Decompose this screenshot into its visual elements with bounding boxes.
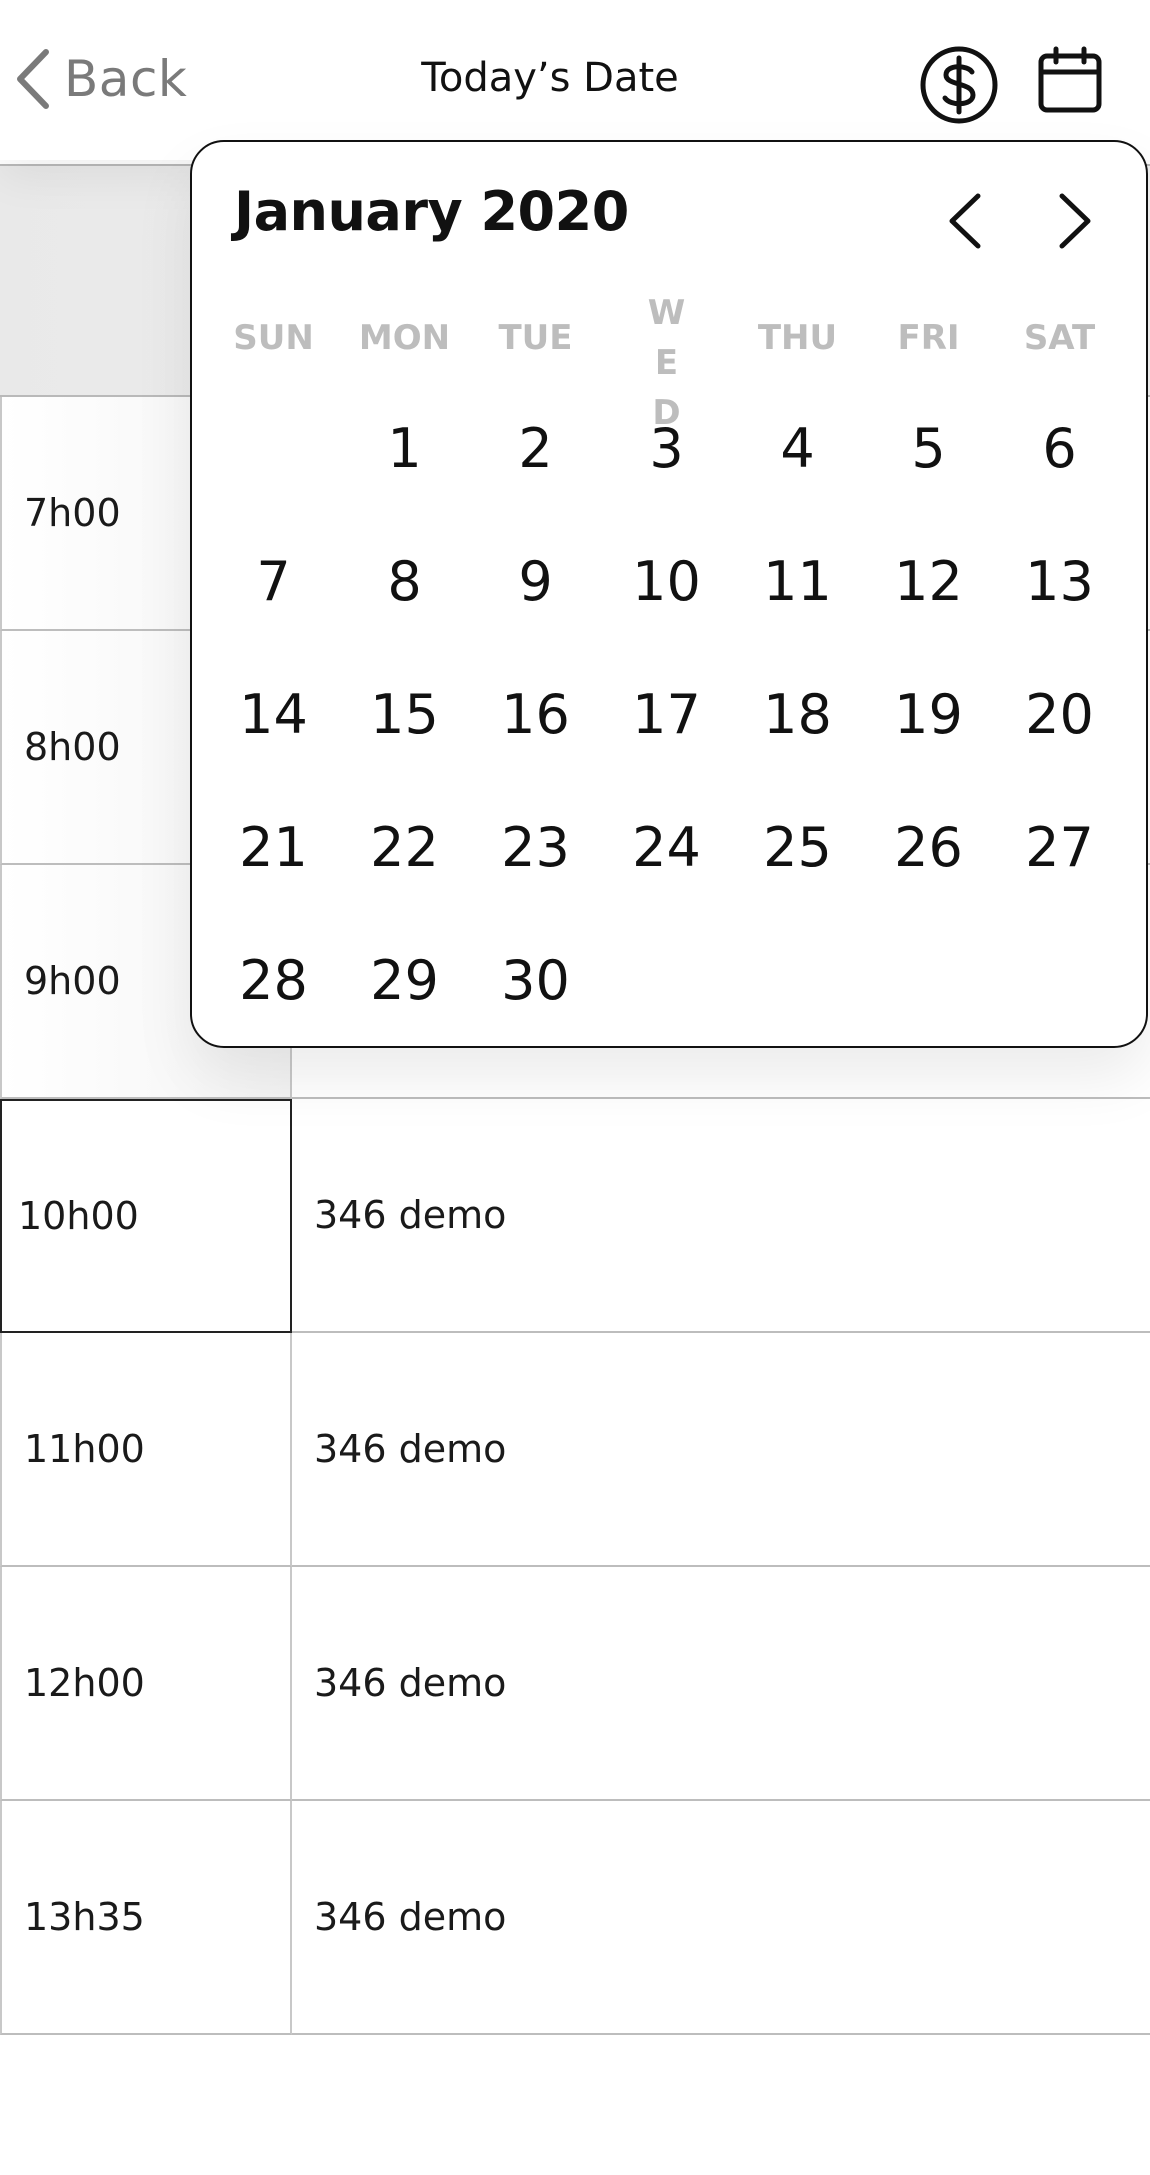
calendar-day-empty (863, 914, 994, 1047)
event-cell[interactable]: 346 demo (292, 1099, 1150, 1333)
calendar-day[interactable]: 13 (994, 515, 1125, 648)
time-label: 12h00 (0, 1567, 292, 1801)
calendar-day[interactable]: 2 (470, 382, 601, 515)
time-label: 10h00 (0, 1099, 292, 1333)
calendar-day[interactable]: 6 (994, 382, 1125, 515)
page-title: Today’s Date (421, 55, 679, 101)
calendar-day[interactable]: 12 (863, 515, 994, 648)
calendar-day[interactable]: 22 (339, 781, 470, 914)
calendar-day[interactable]: 4 (732, 382, 863, 515)
calendar-day[interactable]: 21 (208, 781, 339, 914)
calendar-day[interactable]: 28 (208, 914, 339, 1047)
calendar-day[interactable]: 7 (208, 515, 339, 648)
calendar-day[interactable]: 18 (732, 648, 863, 781)
date-picker-popup: January 2020 SUN MON TUE WED THU FRI SAT… (190, 140, 1148, 1048)
calendar-day[interactable]: 20 (994, 648, 1125, 781)
calendar-day[interactable]: 15 (339, 648, 470, 781)
calendar-button[interactable] (1036, 46, 1104, 114)
calendar-day[interactable]: 1 (339, 382, 470, 515)
calendar-day[interactable]: 30 (470, 914, 601, 1047)
calendar-day[interactable]: 11 (732, 515, 863, 648)
calendar-day[interactable]: 9 (470, 515, 601, 648)
calendar-day[interactable]: 27 (994, 781, 1125, 914)
calendar-month-title: January 2020 (234, 180, 629, 243)
chevron-left-icon (14, 48, 50, 110)
calendar-day[interactable]: 3 (601, 382, 732, 515)
calendar-day[interactable]: 14 (208, 648, 339, 781)
back-button[interactable]: Back (14, 44, 187, 114)
calendar-day[interactable]: 19 (863, 648, 994, 781)
time-label: 13h35 (0, 1801, 292, 2035)
dollar-button[interactable] (918, 44, 1000, 126)
calendar-day[interactable]: 10 (601, 515, 732, 648)
calendar-day[interactable]: 25 (732, 781, 863, 914)
calendar-day[interactable]: 17 (601, 648, 732, 781)
calendar-day-empty (994, 914, 1125, 1047)
chevron-left-icon (936, 193, 996, 260)
event-cell[interactable]: 346 demo (292, 1567, 1150, 1801)
previous-month-button[interactable] (936, 186, 996, 256)
calendar-day-empty (208, 382, 339, 515)
calendar-day[interactable]: 26 (863, 781, 994, 914)
calendar-day[interactable]: 24 (601, 781, 732, 914)
back-label: Back (64, 50, 188, 108)
event-cell[interactable]: 346 demo (292, 1801, 1150, 2035)
app-header: Back Today’s Date (0, 0, 1150, 160)
calendar-day[interactable]: 23 (470, 781, 601, 914)
calendar-days-grid: 1 2 3 4 5 6 7 8 9 10 11 12 13 14 15 16 1… (208, 382, 1126, 1047)
chevron-right-icon (1044, 193, 1104, 260)
calendar-day[interactable]: 29 (339, 914, 470, 1047)
calendar-icon (1036, 46, 1104, 118)
calendar-day-empty (601, 914, 732, 1047)
schedule-row[interactable]: 12h00 346 demo (0, 1567, 1150, 1801)
calendar-day[interactable]: 16 (470, 648, 601, 781)
calendar-day-empty (732, 914, 863, 1047)
schedule-row[interactable]: 11h00 346 demo (0, 1333, 1150, 1567)
next-month-button[interactable] (1044, 186, 1104, 256)
calendar-day[interactable]: 5 (863, 382, 994, 515)
event-cell[interactable]: 346 demo (292, 1333, 1150, 1567)
time-label: 11h00 (0, 1333, 292, 1567)
calendar-day[interactable]: 8 (339, 515, 470, 648)
schedule-row[interactable]: 10h00 346 demo (0, 1099, 1150, 1333)
dollar-circle-icon (918, 46, 1000, 130)
schedule-row[interactable]: 13h35 346 demo (0, 1801, 1150, 2035)
